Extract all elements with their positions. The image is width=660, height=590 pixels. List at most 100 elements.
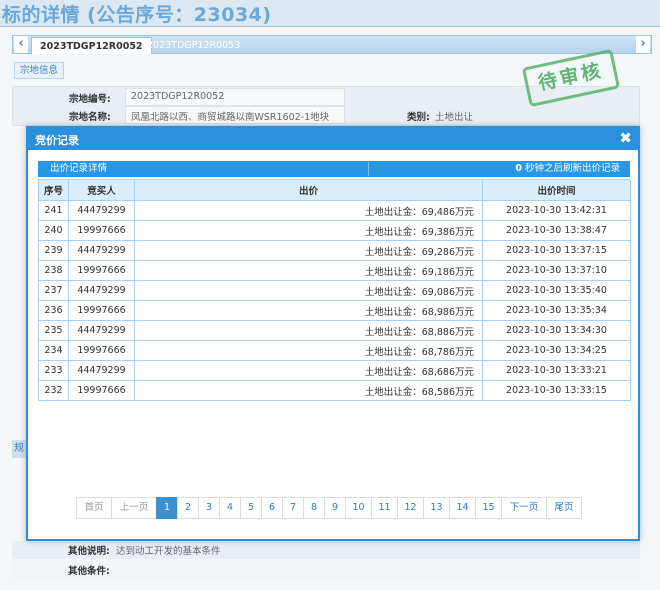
row-time-cell: 2023-10-30 13:34:30 [482,320,631,341]
countdown-seconds: 0 [515,163,522,174]
table-row: 232 19997666 土地出让金：68,586万元 2023-10-30 13:3… [38,380,631,401]
page-title: 标的详情 (公告序号：23034) [2,4,272,26]
pagination: 首页 上一页 1 2 3 4 5 6 7 8 9 10 11 12 13 14 15 下一页 尾页 [76,497,582,519]
row-time-cell: 2023-10-30 13:42:31 [482,200,631,221]
page-button-15[interactable]: 15 [475,497,502,519]
table-row: 240 19997666 土地出让金：69,386万元 2023-10-30 13:3… [38,220,631,241]
parcel-info-button[interactable]: 宗地信息 [14,62,65,79]
subheader-divider [368,162,369,176]
row-bidder-cell: 19997666 [68,260,135,281]
dialog-header: 竞价记录 ✖ [28,128,638,150]
row-time-cell: 2023-10-30 13:35:34 [482,300,631,321]
table-header-row: 序号 竞买人 出价 出价时间 [38,179,631,201]
row-no-cell: 234 [38,340,69,361]
last-page-button[interactable]: 尾页 [546,497,582,519]
row-price-cell: 土地出让金：68,786万元 [134,340,483,361]
close-icon[interactable]: ✖ [619,129,632,148]
category-value: 土地出让 [435,112,474,123]
table-row: 236 19997666 土地出让金：68,986万元 2023-10-30 13:3… [38,300,631,321]
page-button-8[interactable]: 8 [303,497,325,519]
other-desc-value: 达到动工开发的基本条件 [116,546,221,557]
records-detail-label: 出价记录详情 [50,163,108,174]
row-bidder-cell: 19997666 [68,220,135,241]
section-strip: 规 [12,440,26,458]
page-button-4[interactable]: 4 [219,497,241,519]
row-no-cell: 236 [38,300,69,321]
other-cond-label: 其他条件: [68,566,110,577]
parcel-no-value: 2023TDGP12R0052 [131,91,225,102]
row-price-cell: 土地出让金：68,886万元 [134,320,483,341]
other-cond-row: 其他条件: [12,561,640,579]
category-label: 类别: [407,112,430,123]
row-price-cell: 土地出让金：68,986万元 [134,300,483,321]
page-button-11[interactable]: 11 [371,497,398,519]
row-price-cell: 土地出让金：69,086万元 [134,280,483,301]
next-page-button[interactable]: 下一页 [501,497,547,519]
row-no-cell: 237 [38,280,69,301]
bid-records-table: 序号 竞买人 出价 出价时间 241 44479299 土地出让金：69,486万元… [38,179,631,401]
row-no-cell: 235 [38,320,69,341]
tab-bar: ‹ 2023TDGP12R0052 2023TDGP12R0053 › [12,35,652,54]
parcel-name-value: 凤凰北路以西、商贸城路以南WSR1602-1地块 [131,112,330,123]
table-row: 235 44479299 土地出让金：68,886万元 2023-10-30 13:3… [38,320,631,341]
parcel-name-label: 宗地名称: [69,112,111,123]
row-bidder-cell: 19997666 [68,340,135,361]
row-no-cell: 238 [38,260,69,281]
row-no-cell: 239 [38,240,69,261]
table-row: 238 19997666 土地出让金：69,186万元 2023-10-30 13:3… [38,260,631,281]
page-button-1[interactable]: 1 [156,497,178,519]
tab-parcel-0052[interactable]: 2023TDGP12R0052 [31,37,152,54]
column-header-time: 出价时间 [482,179,631,201]
row-bidder-cell: 19997666 [68,380,135,401]
row-time-cell: 2023-10-30 13:37:10 [482,260,631,281]
row-price-cell: 土地出让金：69,186万元 [134,260,483,281]
table-row: 241 44479299 土地出让金：69,486万元 2023-10-30 13:4… [38,200,631,221]
prev-page-button[interactable]: 上一页 [111,497,157,519]
row-no-cell: 241 [38,200,69,221]
table-row: 234 19997666 土地出让金：68,786万元 2023-10-30 13:3… [38,340,631,361]
row-bidder-cell: 44479299 [68,200,135,221]
row-no-cell: 240 [38,220,69,241]
row-time-cell: 2023-10-30 13:35:40 [482,280,631,301]
tab-parcel-0053[interactable]: 2023TDGP12R0053 [139,37,248,54]
table-row: 239 44479299 土地出让金：69,286万元 2023-10-30 13:3… [38,240,631,261]
column-header-no: 序号 [38,179,69,201]
page-button-9[interactable]: 9 [324,497,346,519]
page-button-5[interactable]: 5 [240,497,262,519]
row-bidder-cell: 44479299 [68,280,135,301]
records-subheader: 出价记录详情 0 秒钟之后刷新出价记录 [38,161,630,177]
tab-scroll-left-icon[interactable]: ‹ [14,36,28,53]
page-button-2[interactable]: 2 [177,497,199,519]
row-bidder-cell: 44479299 [68,240,135,261]
page-button-14[interactable]: 14 [449,497,476,519]
dialog-title: 竞价记录 [35,134,79,147]
page-button-12[interactable]: 12 [397,497,424,519]
row-price-cell: 土地出让金：69,286万元 [134,240,483,261]
bid-records-dialog: 竞价记录 ✖ 出价记录详情 0 秒钟之后刷新出价记录 序号 竞买人 出价 出价时… [26,126,640,541]
row-bidder-cell: 44479299 [68,360,135,381]
page-button-7[interactable]: 7 [282,497,304,519]
other-desc-label: 其他说明: [68,546,110,557]
row-time-cell: 2023-10-30 13:33:15 [482,380,631,401]
other-desc-row: 其他说明: 达到动工开发的基本条件 [12,541,640,559]
page-button-13[interactable]: 13 [423,497,450,519]
row-time-cell: 2023-10-30 13:38:47 [482,220,631,241]
row-price-cell: 土地出让金：69,486万元 [134,200,483,221]
page-button-3[interactable]: 3 [198,497,220,519]
row-price-cell: 土地出让金：68,686万元 [134,360,483,381]
column-header-price: 出价 [134,179,483,201]
row-time-cell: 2023-10-30 13:33:21 [482,360,631,381]
row-time-cell: 2023-10-30 13:34:25 [482,340,631,361]
page-button-6[interactable]: 6 [261,497,283,519]
column-header-bidder: 竞买人 [68,179,135,201]
row-no-cell: 233 [38,360,69,381]
parcel-no-label: 宗地编号: [69,94,111,105]
first-page-button[interactable]: 首页 [76,497,112,519]
page-button-10[interactable]: 10 [345,497,372,519]
refresh-countdown: 0 秒钟之后刷新出价记录 [515,161,620,177]
table-row: 233 44479299 土地出让金：68,686万元 2023-10-30 13:3… [38,360,631,381]
row-price-cell: 土地出让金：68,586万元 [134,380,483,401]
tab-scroll-right-icon[interactable]: › [636,36,650,53]
row-bidder-cell: 44479299 [68,320,135,341]
row-no-cell: 232 [38,380,69,401]
